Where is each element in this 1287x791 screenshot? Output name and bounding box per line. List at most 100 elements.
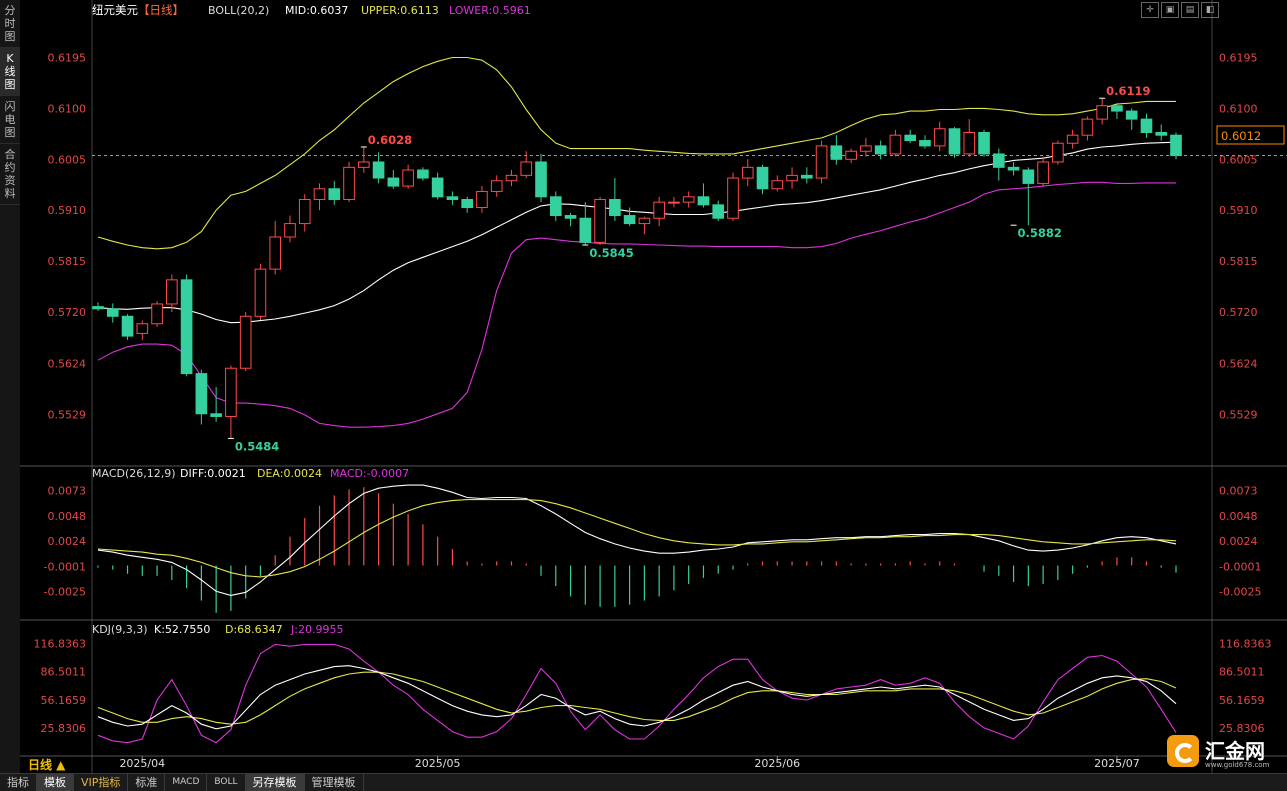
candle-up — [1096, 105, 1108, 120]
candle-down — [1022, 169, 1035, 184]
x-tick-label: 2025/05 — [415, 757, 461, 770]
candle-down — [92, 306, 104, 310]
candle-down — [328, 188, 341, 200]
candle-up — [520, 161, 533, 176]
zoom-in-icon[interactable]: ▣ — [1161, 2, 1179, 18]
sidebar-item-timeshare[interactable]: 分时图 — [0, 0, 20, 48]
candle-down — [535, 161, 547, 198]
candle-up — [741, 166, 754, 179]
candle-down — [874, 145, 887, 155]
kline-chart[interactable]: 0.6028 0.5484 0.5845 0.5882 0.6119 0.6195 0.6… — [20, 0, 1287, 773]
candle-up — [933, 128, 946, 147]
axis-tick-label: 0.6195 — [48, 52, 87, 65]
logo: 汇金网 www.gold678.com — [1165, 735, 1277, 769]
candle-down — [919, 140, 931, 147]
boll-upper-value: UPPER:0.6113 — [361, 4, 439, 17]
macd-diff-value: DIFF:0.0021 — [180, 467, 246, 480]
candle-down — [830, 145, 843, 160]
axis-tick-label: 0.5910 — [1219, 204, 1258, 217]
extreme-label: 0.5484 — [235, 439, 279, 453]
candle-up — [771, 180, 784, 190]
candle-up — [239, 315, 252, 369]
candle-down — [978, 132, 990, 155]
candle-down — [904, 134, 917, 142]
candle-down — [1007, 166, 1020, 171]
tab-vip-indicator[interactable]: VIP指标 — [74, 774, 129, 791]
kdj-k-value: K:52.7550 — [154, 623, 210, 636]
axis-tick-label: 0.6005 — [1219, 153, 1258, 166]
axis-tick-label: 0.6100 — [1219, 102, 1258, 115]
logo-icon — [1167, 735, 1199, 767]
candle-down — [623, 215, 636, 225]
candle-down — [756, 166, 769, 190]
axis-tick-label: 0.0024 — [48, 535, 87, 548]
candle-up — [225, 367, 237, 417]
macd-label: MACD(26,12,9) — [92, 467, 176, 480]
tab-template[interactable]: 模板 — [37, 774, 74, 791]
current-price-label: 0.6012 — [1221, 129, 1261, 143]
extreme-label: 0.5845 — [589, 246, 633, 260]
axis-tick-label: 56.1659 — [41, 694, 87, 707]
axis-tick-label: 86.5011 — [41, 666, 87, 679]
tab-macd[interactable]: MACD — [165, 774, 208, 791]
axis-tick-label: 25.8306 — [41, 722, 87, 735]
candle-up — [313, 188, 326, 200]
candle-up — [845, 150, 857, 160]
candle-down — [106, 308, 119, 317]
candle-up — [490, 180, 503, 192]
candle-down — [1125, 110, 1138, 120]
axis-tick-label: 0.0048 — [48, 510, 87, 523]
symbol-title: 纽元美元【日线】 — [92, 3, 184, 17]
candle-down — [549, 196, 562, 217]
kdj-label: KDJ(9,3,3) — [92, 623, 148, 636]
candle-up — [682, 196, 695, 203]
sidebar-item-kline[interactable]: K线图 — [0, 48, 20, 96]
kdj-d-value: D:68.6347 — [225, 623, 283, 636]
candle-up — [668, 201, 680, 204]
axis-tick-label: 116.8363 — [1219, 638, 1272, 651]
axis-tick-label: 0.0024 — [1219, 535, 1258, 548]
axis-tick-label: 0.5529 — [1219, 408, 1258, 421]
candle-down — [387, 177, 400, 187]
logo-name: 汇金网 — [1205, 739, 1265, 763]
extreme-label: 0.6119 — [1106, 84, 1150, 98]
tab-indicator[interactable]: 指标 — [0, 774, 37, 791]
candle-up — [638, 217, 651, 225]
sidebar-item-flash[interactable]: 闪电图 — [0, 96, 20, 144]
tab-save-template[interactable]: 另存模板 — [245, 774, 305, 791]
candle-up — [1081, 118, 1094, 136]
candle-up — [284, 223, 296, 238]
period-button[interactable]: 日线 ▲ — [28, 756, 65, 773]
candle-up — [727, 177, 739, 219]
candle-down — [609, 198, 621, 217]
axis-tick-label: 0.6005 — [48, 153, 87, 166]
axis-tick-label: 86.5011 — [1219, 666, 1265, 679]
x-tick-label: 2025/04 — [119, 757, 165, 770]
crosshair-icon[interactable]: ✛ — [1141, 2, 1159, 18]
candle-down — [712, 204, 725, 219]
candle-up — [476, 190, 488, 209]
candle-down — [210, 413, 222, 417]
bottom-tab-bar: 指标 模板 VIP指标 标准 MACD BOLL 另存模板 管理模板 — [0, 773, 1287, 791]
candle-up — [786, 174, 798, 182]
candle-up — [963, 132, 976, 155]
candle-up — [815, 145, 828, 179]
candle-down — [180, 279, 193, 375]
candle-up — [298, 198, 311, 225]
axis-tick-label: 0.5720 — [48, 306, 87, 319]
tab-manage-template[interactable]: 管理模板 — [305, 774, 364, 791]
axis-tick-label: 0.5720 — [1219, 306, 1258, 319]
candle-down — [1111, 105, 1123, 112]
sidebar-item-contract[interactable]: 合约资料 — [0, 144, 20, 205]
candle-down — [417, 169, 429, 179]
axis-tick-label: -0.0025 — [44, 585, 86, 598]
candle-up — [860, 145, 872, 152]
candle-up — [136, 323, 149, 334]
tab-boll[interactable]: BOLL — [207, 774, 246, 791]
layout-icon[interactable]: ▤ — [1181, 2, 1199, 18]
candle-down — [461, 198, 473, 209]
candle-down — [446, 196, 459, 200]
tab-standard[interactable]: 标准 — [128, 774, 166, 791]
candle-down — [1170, 134, 1182, 157]
split-icon[interactable]: ◧ — [1201, 2, 1219, 18]
